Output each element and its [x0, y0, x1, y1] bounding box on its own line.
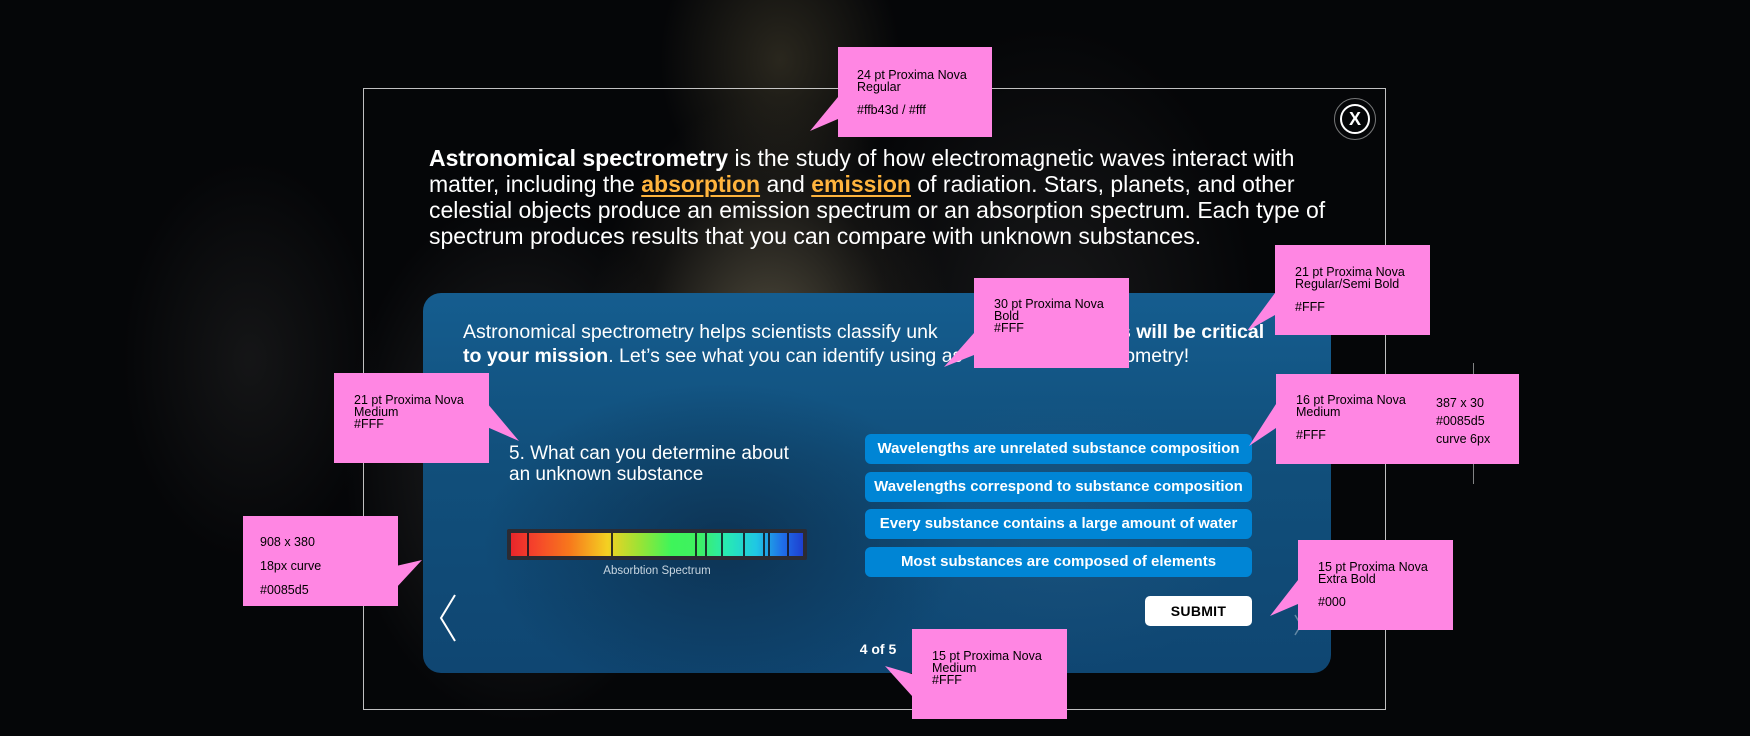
close-label: X: [1348, 109, 1361, 129]
annotation-panel-box: 908 x 380 18px curve #0085d5: [243, 516, 422, 606]
answer-option-4[interactable]: Most substances are composed of elements: [865, 546, 1252, 577]
answer-option-1[interactable]: Wavelengths are unrelated substance comp…: [865, 434, 1252, 464]
annotation-question: 21 pt Proxima Nova Medium #FFF: [334, 373, 519, 463]
annotation-answers: 16 pt Proxima Nova Medium #FFF 387 x 30 …: [1249, 374, 1519, 464]
close-button[interactable]: X: [1334, 98, 1376, 140]
page-indicator: 4 of 5: [859, 641, 897, 657]
panel-text-1: Astronomical spectrometry helps scientis…: [463, 321, 938, 343]
intro-text-2: and: [760, 171, 812, 197]
absorption-spectrum-bar: [507, 529, 807, 560]
question-text: 5. What can you determine about an unkno…: [509, 443, 789, 485]
question-panel: Astronomical spectrometry helps scientis…: [423, 293, 1331, 673]
annotation-panel-text: 30 pt Proxima Nova Bold #FFF: [944, 278, 1129, 368]
intro-paragraph: Astronomical spectrometry is the study o…: [429, 145, 1349, 249]
annotation-answers-font-line-2: #FFF: [1296, 428, 1326, 442]
previous-button[interactable]: [439, 593, 457, 648]
annotation-question-line: 21 pt Proxima Nova Medium #FFF: [354, 393, 464, 431]
annotation-submit-line-1: 15 pt Proxima Nova Extra Bold: [1318, 560, 1428, 586]
annotation-intro-right-line-2: #FFF: [1295, 300, 1325, 314]
spectrum-label: Absorbtion Spectrum: [603, 565, 711, 577]
absorption-term-link[interactable]: absorption: [641, 171, 760, 197]
answer-option-3[interactable]: Every substance contains a large amount …: [865, 509, 1252, 539]
annotation-answers-font-line-1: 16 pt Proxima Nova Medium: [1296, 393, 1406, 419]
close-icon: X: [1340, 104, 1370, 134]
panel-paragraph: Astronomical spectrometry helps scientis…: [463, 320, 1303, 368]
panel-text-3: . Let’s see what you can identify using …: [608, 345, 963, 367]
answer-list: Wavelengths are unrelated substance comp…: [865, 434, 1252, 584]
annotation-top-line-2: #ffb43d / #fff: [857, 103, 926, 117]
answer-option-2[interactable]: Wavelengths correspond to substance comp…: [865, 471, 1252, 502]
annotation-pager-line: 15 pt Proxima Nova Medium #FFF: [932, 649, 1042, 687]
annotation-panel-box-line-2: 18px curve: [260, 559, 322, 573]
annotation-intro-right-line-1: 21 pt Proxima Nova Regular/Semi Bold: [1295, 265, 1405, 291]
annotation-top: 24 pt Proxima Nova Regular #ffb43d / #ff…: [810, 47, 992, 137]
annotation-intro-right: 21 pt Proxima Nova Regular/Semi Bold #FF…: [1247, 245, 1430, 335]
chevron-left-icon: [439, 594, 456, 642]
annotation-panel-text-line: 30 pt Proxima Nova Bold #FFF: [994, 297, 1104, 335]
annotation-answers-box-line: 387 x 30 #0085d5 curve 6px: [1436, 396, 1491, 446]
annotation-submit: 15 pt Proxima Nova Extra Bold #000: [1270, 540, 1453, 630]
annotation-pager: 15 pt Proxima Nova Medium #FFF: [885, 629, 1067, 719]
annotation-panel-box-line-3: #0085d5: [260, 583, 309, 597]
emission-term-link[interactable]: emission: [811, 171, 911, 197]
intro-lead: Astronomical spectrometry: [429, 145, 729, 171]
panel-bold-2: to your mission: [463, 345, 609, 367]
annotation-submit-line-2: #000: [1318, 595, 1346, 609]
annotation-panel-box-line-1: 908 x 380: [260, 535, 315, 549]
submit-button[interactable]: SUBMIT: [1145, 596, 1252, 626]
annotation-top-line-1: 24 pt Proxima Nova Regular: [857, 68, 967, 94]
